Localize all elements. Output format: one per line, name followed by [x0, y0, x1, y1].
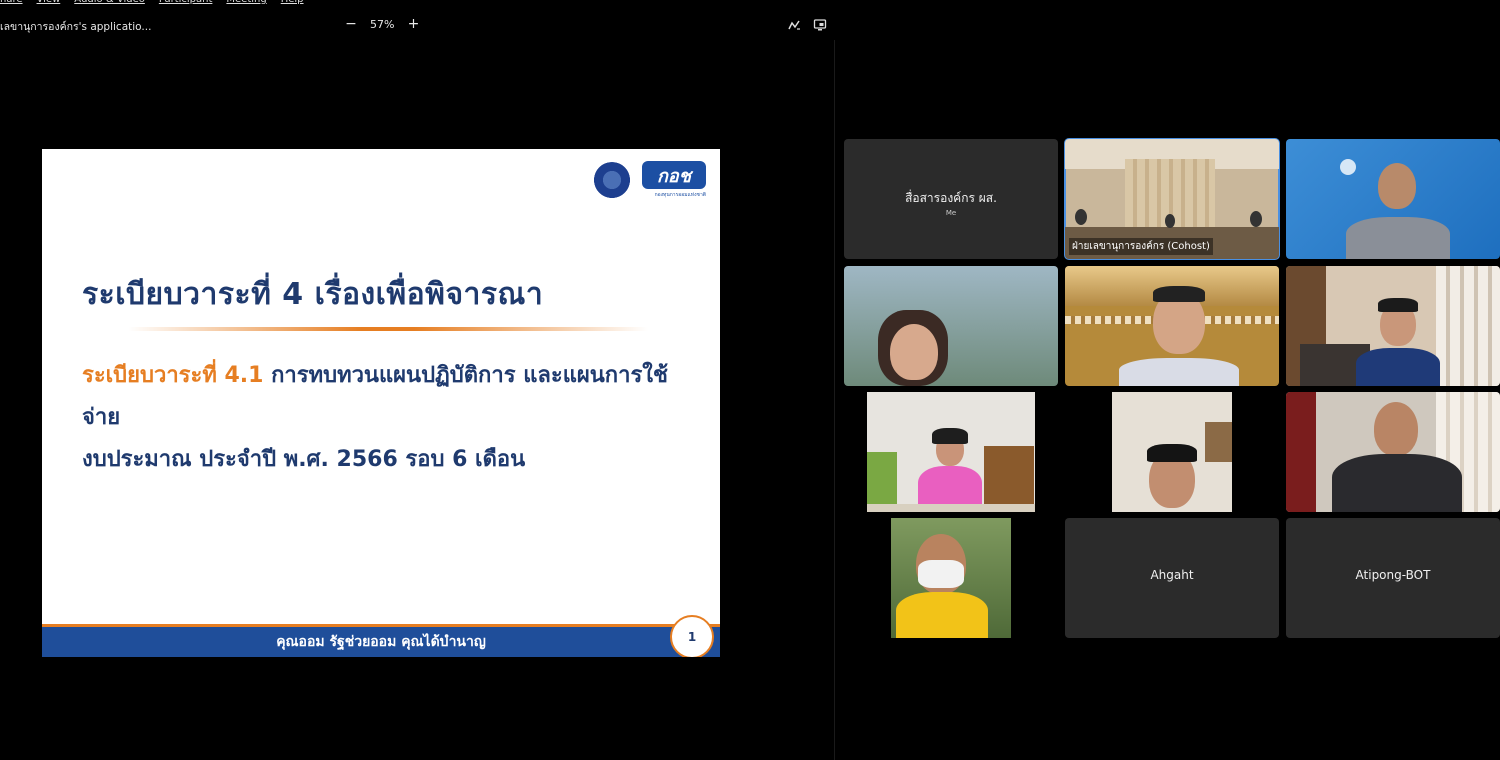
participant-tile[interactable]: Atipong-BOT	[1286, 518, 1500, 638]
menu-view[interactable]: View	[37, 0, 61, 8]
participant-tile[interactable]	[1065, 266, 1279, 386]
ministry-seal-icon	[592, 162, 632, 202]
menu-audio-video[interactable]: Audio & Video	[74, 0, 145, 8]
zoom-in-button[interactable]: +	[406, 16, 420, 32]
gpf-logo-subtext: กองทุนการออมแห่งชาติ	[654, 192, 706, 198]
flag	[1286, 392, 1316, 512]
menu-meeting[interactable]: Meeting	[226, 0, 266, 8]
person-body	[896, 592, 988, 638]
person-body	[1119, 358, 1239, 386]
gpf-logo-mark: กอช	[642, 161, 706, 189]
participant-name: Ahgaht	[1150, 568, 1194, 582]
desk	[867, 504, 1035, 512]
menu-share[interactable]: hare	[0, 0, 23, 8]
window-blinds	[1436, 266, 1500, 386]
shared-app-title: เลขานุการองค์กร's applicatio...	[0, 21, 152, 33]
menu-help[interactable]: Help	[281, 0, 304, 8]
participant-tile[interactable]	[844, 266, 1058, 386]
menu-participant[interactable]: Participant	[159, 0, 213, 8]
slide-footer: คุณออม รัฐช่วยออม คุณได้บำนาญ	[42, 624, 720, 657]
zoom-out-button[interactable]: −	[344, 16, 358, 32]
person-hair	[1153, 286, 1205, 302]
plant	[867, 452, 897, 512]
participant-name: ฝ่ายเลขานุการองค์กร (Cohost)	[1069, 238, 1213, 255]
participant-tile[interactable]	[1286, 266, 1500, 386]
panel-divider	[834, 40, 835, 760]
slide-body: ระเบียบวาระที่ 4.1 การทบทวนแผนปฏิบัติการ…	[82, 355, 702, 481]
person-head	[1378, 163, 1416, 209]
person-head	[1374, 402, 1418, 456]
menu-bar: hare View Audio & Video Participant Meet…	[0, 0, 304, 8]
person-hair	[1378, 298, 1418, 312]
shelf	[1205, 422, 1232, 462]
participant-tile[interactable]: สื่อสารองค์กร ผส. Me	[844, 139, 1058, 259]
participant-me-label: Me	[945, 209, 957, 217]
zoom-control: − 57% +	[344, 16, 420, 32]
participant-tile[interactable]	[1286, 392, 1500, 512]
person-hair	[1147, 444, 1197, 462]
person-head	[890, 324, 938, 380]
participant-tile-active-speaker[interactable]: ฝ่ายเลขานุการองค์กร (Cohost)	[1064, 138, 1280, 260]
participant-tile[interactable]	[844, 392, 1058, 512]
participant-tile[interactable]	[1065, 392, 1279, 512]
slide-logo: กอช กองทุนการออมแห่งชาติ	[592, 161, 706, 203]
person-body	[918, 466, 982, 508]
gpf-logo: กอช กองทุนการออมแห่งชาติ	[638, 161, 706, 203]
person-silhouette	[1250, 211, 1262, 227]
view-mode-icon[interactable]	[812, 17, 828, 33]
face-mask	[918, 560, 964, 588]
person-silhouette	[1165, 214, 1175, 228]
person-body	[1346, 217, 1450, 259]
participant-name: สื่อสารองค์กร ผส.	[905, 191, 997, 205]
agenda-item-number: ระเบียบวาระที่ 4.1	[82, 363, 264, 388]
participant-tile[interactable]	[844, 518, 1058, 638]
participant-tile[interactable]: Ahgaht	[1065, 518, 1279, 638]
participant-tile[interactable]	[1286, 139, 1500, 259]
slide-page-number: 1	[670, 615, 714, 657]
person-body	[1332, 454, 1462, 512]
title-underline	[128, 327, 648, 331]
zoom-level: 57%	[370, 17, 395, 31]
person-body	[1356, 348, 1440, 386]
share-toolbar: เลขานุการองค์กร's applicatio... − 57% +	[0, 14, 834, 36]
participant-name: Atipong-BOT	[1355, 568, 1431, 582]
shared-slide: กอช กองทุนการออมแห่งชาติ ระเบียบวาระที่ …	[42, 149, 720, 657]
person-silhouette	[1075, 209, 1087, 225]
slide-title: ระเบียบวาระที่ 4 เรื่องเพื่อพิจารณา	[82, 277, 544, 312]
person-hair	[932, 428, 968, 444]
slide-footer-text: คุณออม รัฐช่วยออม คุณได้บำนาญ	[276, 634, 486, 650]
agenda-item-text-line2: งบประมาณ ประจำปี พ.ศ. 2566 รอบ 6 เดือน	[82, 447, 526, 472]
annotate-icon[interactable]	[786, 17, 802, 33]
cabinet	[984, 446, 1034, 512]
bank-logo-icon	[1340, 159, 1356, 175]
